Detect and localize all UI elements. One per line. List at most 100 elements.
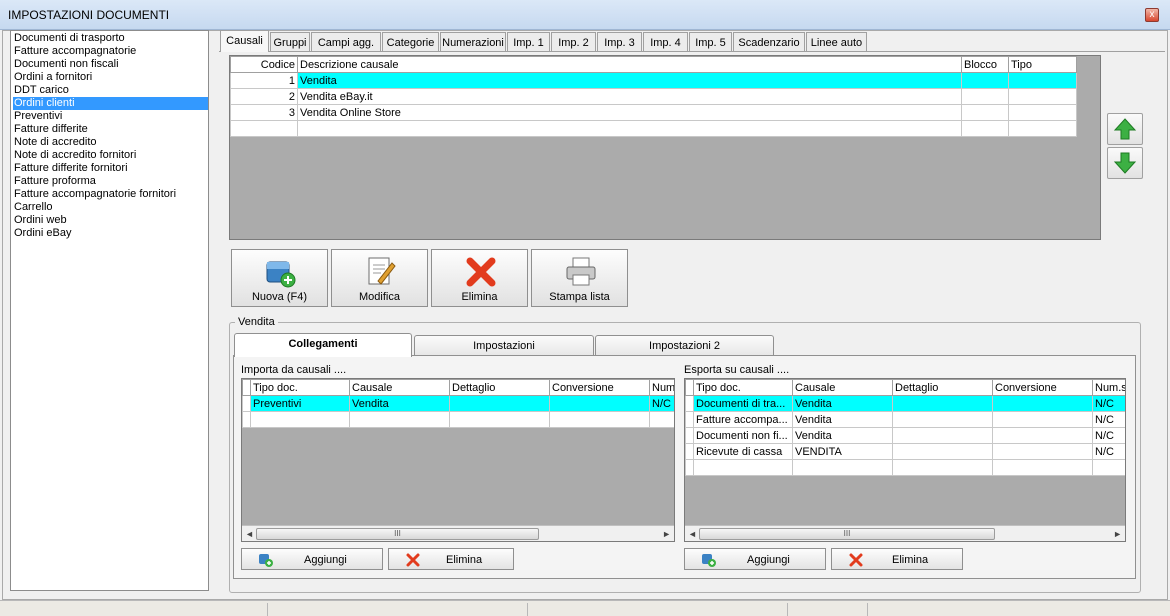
edit-button[interactable]: Modifica bbox=[331, 249, 428, 307]
tab-scadenzario[interactable]: Scadenzario bbox=[733, 32, 805, 52]
table-cell[interactable] bbox=[892, 427, 993, 444]
tab-campi-agg[interactable]: Campi agg. bbox=[311, 32, 381, 52]
table-cell[interactable]: Vendita bbox=[349, 395, 450, 412]
cell-codice[interactable]: 2 bbox=[230, 88, 298, 105]
table-cell[interactable] bbox=[892, 395, 993, 412]
column-header[interactable]: Tipo doc. bbox=[693, 379, 793, 396]
column-header[interactable]: Num bbox=[649, 379, 674, 396]
table-row[interactable]: Fatture accompa... Vendita N/C bbox=[685, 411, 1125, 428]
table-cell[interactable] bbox=[549, 395, 650, 412]
cell-tipo[interactable] bbox=[1008, 72, 1077, 89]
col-descrizione[interactable]: Descrizione causale bbox=[297, 56, 962, 73]
move-down-button[interactable] bbox=[1107, 147, 1143, 179]
table-row-empty[interactable] bbox=[230, 120, 1077, 137]
import-table[interactable]: Tipo doc. Causale Dettaglio Conversione Num P… bbox=[242, 379, 674, 428]
cell-descrizione[interactable]: Vendita bbox=[297, 72, 962, 89]
row-indicator[interactable] bbox=[242, 395, 251, 412]
doc-type-item[interactable]: Fatture accompagnatorie fornitori bbox=[13, 188, 208, 201]
column-header[interactable]: Num.s bbox=[1092, 379, 1125, 396]
scroll-left-icon[interactable]: ◄ bbox=[688, 528, 697, 540]
table-cell[interactable]: N/C bbox=[1092, 427, 1125, 444]
table-cell[interactable]: Documenti non fi... bbox=[693, 427, 793, 444]
cell-codice[interactable]: 3 bbox=[230, 104, 298, 121]
table-cell[interactable]: N/C bbox=[649, 395, 674, 412]
scroll-thumb[interactable]: III bbox=[256, 528, 539, 540]
tab-imp-5[interactable]: Imp. 5 bbox=[689, 32, 732, 52]
tab-imp-2[interactable]: Imp. 2 bbox=[551, 32, 596, 52]
subtab-impostazioni-2[interactable]: Impostazioni 2 bbox=[595, 335, 774, 356]
tab-imp-1[interactable]: Imp. 1 bbox=[507, 32, 550, 52]
table-cell[interactable] bbox=[892, 443, 993, 460]
table-row[interactable]: Documenti di tra... Vendita N/C bbox=[685, 395, 1125, 412]
document-type-list[interactable]: Documenti di trasporto Fatture accompagna… bbox=[10, 30, 209, 591]
doc-type-item[interactable]: Ordini a fornitori bbox=[13, 71, 208, 84]
tab-linee-auto[interactable]: Linee auto bbox=[806, 32, 867, 52]
cell-blocco[interactable] bbox=[961, 72, 1009, 89]
import-hscrollbar[interactable]: ◄ III ► bbox=[242, 525, 674, 541]
col-tipo[interactable]: Tipo bbox=[1008, 56, 1077, 73]
table-cell[interactable]: N/C bbox=[1092, 443, 1125, 460]
import-add-button[interactable]: Aggiungi bbox=[241, 548, 383, 570]
doc-type-item[interactable]: Ordini clienti bbox=[13, 97, 208, 110]
doc-type-item[interactable]: Carrello bbox=[13, 201, 208, 214]
column-header[interactable]: Dettaglio bbox=[449, 379, 550, 396]
table-cell[interactable] bbox=[892, 411, 993, 428]
subtab-collegamenti[interactable]: Collegamenti bbox=[234, 333, 412, 357]
doc-type-item[interactable]: Documenti di trasporto bbox=[13, 32, 208, 45]
doc-type-item[interactable]: Fatture differite fornitori bbox=[13, 162, 208, 175]
table-cell[interactable] bbox=[449, 395, 550, 412]
table-cell[interactable] bbox=[992, 443, 1093, 460]
table-cell[interactable]: Documenti di tra... bbox=[693, 395, 793, 412]
column-header[interactable]: Dettaglio bbox=[892, 379, 993, 396]
doc-type-item[interactable]: Note di accredito bbox=[13, 136, 208, 149]
column-header[interactable]: Causale bbox=[792, 379, 893, 396]
table-cell[interactable]: VENDITA bbox=[792, 443, 893, 460]
causali-grid[interactable]: Codice Descrizione causale Blocco Tipo 1… bbox=[229, 55, 1101, 240]
table-cell[interactable]: Vendita bbox=[792, 411, 893, 428]
col-blocco[interactable]: Blocco bbox=[961, 56, 1009, 73]
table-row[interactable]: 3 Vendita Online Store bbox=[230, 104, 1077, 121]
delete-button[interactable]: Elimina bbox=[431, 249, 528, 307]
tab-imp-3[interactable]: Imp. 3 bbox=[597, 32, 642, 52]
cell-blocco[interactable] bbox=[961, 104, 1009, 121]
scroll-thumb[interactable]: III bbox=[699, 528, 995, 540]
tab-categorie[interactable]: Categorie bbox=[382, 32, 439, 52]
column-header[interactable]: Tipo doc. bbox=[250, 379, 350, 396]
close-button[interactable]: x bbox=[1145, 8, 1159, 22]
table-cell[interactable]: N/C bbox=[1092, 395, 1125, 412]
table-cell[interactable]: Fatture accompa... bbox=[693, 411, 793, 428]
row-indicator[interactable] bbox=[685, 411, 694, 428]
column-header[interactable]: Causale bbox=[349, 379, 450, 396]
doc-type-item[interactable]: Ordini eBay bbox=[13, 227, 208, 240]
table-row-empty[interactable] bbox=[685, 459, 1125, 476]
new-button[interactable]: Nuova (F4) bbox=[231, 249, 328, 307]
doc-type-item[interactable]: DDT carico bbox=[13, 84, 208, 97]
doc-type-item[interactable]: Ordini web bbox=[13, 214, 208, 227]
scroll-left-icon[interactable]: ◄ bbox=[245, 528, 254, 540]
doc-type-item[interactable]: Fatture accompagnatorie bbox=[13, 45, 208, 58]
table-cell[interactable]: Vendita bbox=[792, 395, 893, 412]
doc-type-item[interactable]: Note di accredito fornitori bbox=[13, 149, 208, 162]
row-indicator[interactable] bbox=[685, 395, 694, 412]
row-indicator[interactable] bbox=[685, 427, 694, 444]
export-table[interactable]: Tipo doc. Causale Dettaglio Conversione Num.… bbox=[685, 379, 1125, 476]
import-grid[interactable]: Tipo doc. Causale Dettaglio Conversione Num P… bbox=[241, 378, 675, 542]
subtab-impostazioni[interactable]: Impostazioni bbox=[414, 335, 594, 356]
doc-type-item[interactable]: Fatture proforma bbox=[13, 175, 208, 188]
print-list-button[interactable]: Stampa lista bbox=[531, 249, 628, 307]
table-cell[interactable] bbox=[992, 395, 1093, 412]
table-row-empty[interactable] bbox=[242, 411, 674, 428]
scroll-right-icon[interactable]: ► bbox=[1113, 528, 1122, 540]
table-cell[interactable]: Vendita bbox=[792, 427, 893, 444]
cell-blocco[interactable] bbox=[961, 88, 1009, 105]
table-row[interactable]: 1 Vendita bbox=[230, 72, 1077, 89]
export-grid[interactable]: Tipo doc. Causale Dettaglio Conversione Num.… bbox=[684, 378, 1126, 542]
move-up-button[interactable] bbox=[1107, 113, 1143, 145]
table-row[interactable]: 2 Vendita eBay.it bbox=[230, 88, 1077, 105]
tab-imp-4[interactable]: Imp. 4 bbox=[643, 32, 688, 52]
cell-tipo[interactable] bbox=[1008, 104, 1077, 121]
cell-descrizione[interactable]: Vendita eBay.it bbox=[297, 88, 962, 105]
cell-codice[interactable]: 1 bbox=[230, 72, 298, 89]
tab-causali[interactable]: Causali bbox=[220, 30, 269, 52]
export-add-button[interactable]: Aggiungi bbox=[684, 548, 826, 570]
